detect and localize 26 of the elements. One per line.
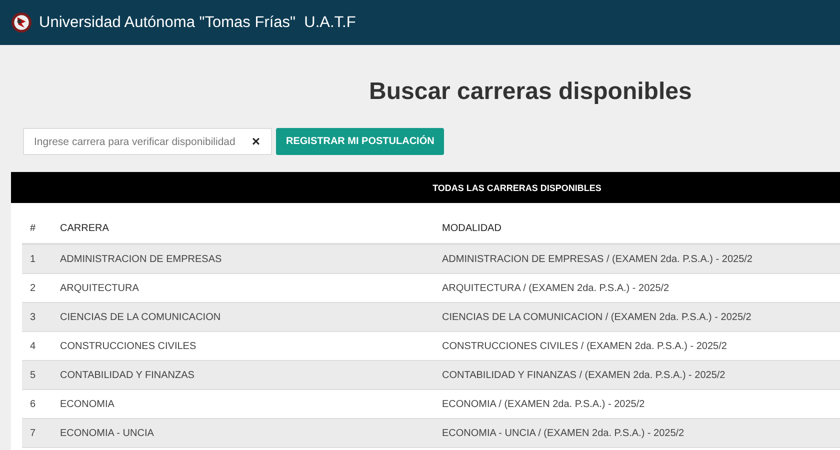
table-title: TODAS LAS CARRERAS DISPONIBLES (432, 182, 602, 192)
table-cell: CONTABILIDAD Y FINANZAS / (EXAMEN 2da. P.S.A.) - 2025/2 (442, 360, 840, 390)
table-cell: 1 (22, 244, 60, 274)
university-name: Universidad Autónoma "Tomas Frías" U.A.T.F (39, 14, 356, 32)
clear-button[interactable]: × (252, 133, 260, 149)
table-cell: CONTABILIDAD Y FINANZAS (60, 360, 442, 390)
table-cell: CONSTRUCCIONES CIVILES (60, 332, 442, 360)
table-cell: 5 (22, 360, 60, 390)
table-cell: ARQUITECTURA / (EXAMEN 2da. P.S.A.) - 2025/2 (442, 274, 840, 302)
table-cell: CIENCIAS DE LA COMUNICACION / (EXAMEN 2da. P.S.A.) - 2025/2 (442, 302, 840, 332)
table-cell: ARQUITECTURA (60, 274, 442, 302)
table-cell: 2 (22, 274, 60, 302)
table-cell: ECONOMIA - UNCIA (60, 418, 442, 448)
table-cell: ECONOMIA / (EXAMEN 2da. P.S.A.) - 2025/2 (442, 390, 840, 418)
table-cell: ECONOMIA - UNCIA / (EXAMEN 2da. P.S.A.) - 2025/2 (442, 418, 840, 448)
university-emblem-icon (11, 12, 32, 33)
table-cell: ECONOMIA (60, 390, 442, 418)
table-cell: ADMINISTRACION DE EMPRESAS / (EXAMEN 2da. P.S.A.) - 2025/2 (442, 244, 840, 274)
table-cell: ADMINISTRACION DE EMPRESAS (60, 244, 442, 274)
table-cell: CONSTRUCCIONES CIVILES / (EXAMEN 2da. P.S.A.) - 2025/2 (442, 332, 840, 360)
table-cell: CIENCIAS DE LA COMUNICACION (60, 302, 442, 332)
page-title: Buscar carreras disponibles (369, 78, 693, 106)
table-cell: 3 (22, 302, 60, 332)
table-cell: 6 (22, 390, 60, 418)
table-cell: 7 (22, 418, 60, 448)
table-cell: 4 (22, 332, 60, 360)
